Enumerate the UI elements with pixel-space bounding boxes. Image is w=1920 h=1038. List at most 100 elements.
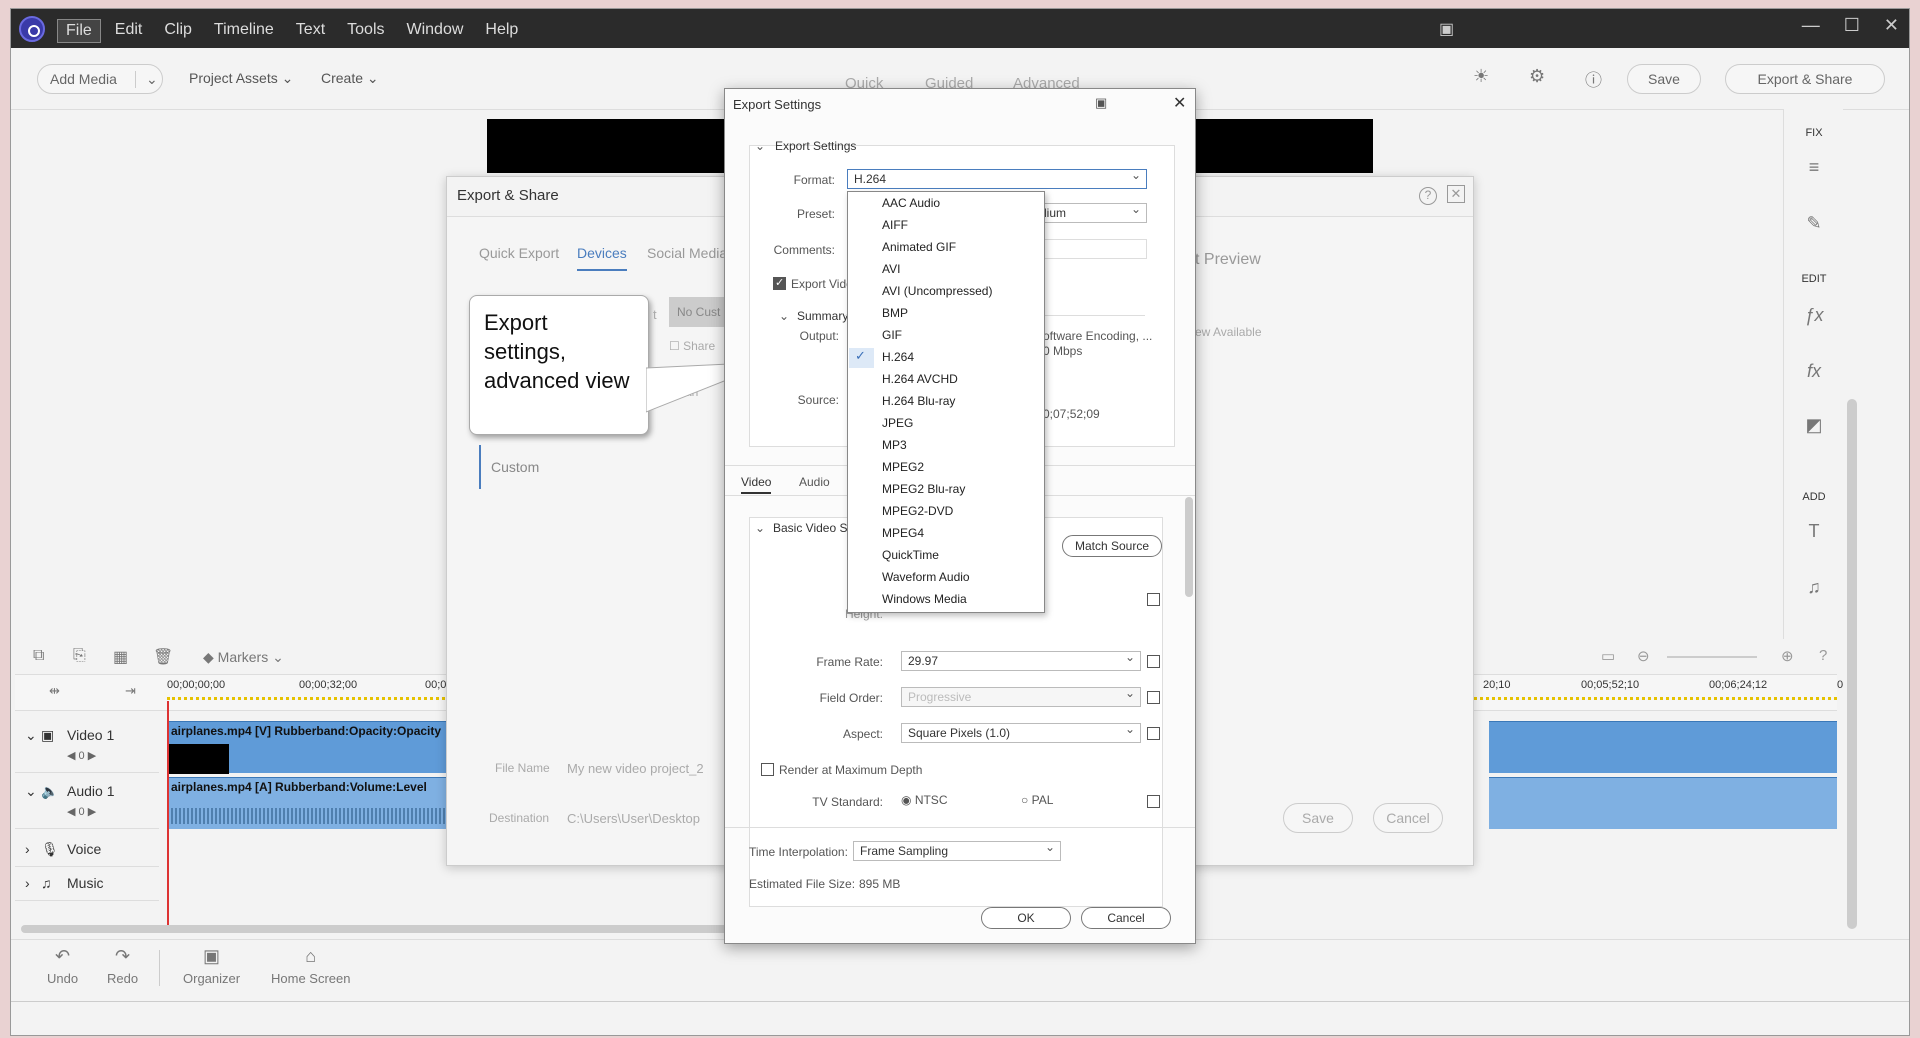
share-cancel-button[interactable]: Cancel [1373, 803, 1443, 833]
ok-button[interactable]: OK [981, 907, 1071, 929]
zoom-in-icon[interactable]: ⊕ [1781, 647, 1794, 665]
music-icon[interactable]: ♫ [1784, 577, 1844, 598]
share-checkbox[interactable]: ☐ Share [669, 339, 715, 353]
format-option[interactable]: AVI (Uncompressed) [882, 284, 992, 298]
aspect-select[interactable]: Square Pixels (1.0) [901, 722, 1141, 743]
collapse-icon[interactable]: ⌄ [755, 139, 765, 153]
video-clip[interactable]: airplanes.mp4 [V] Rubberband:Opacity:Opa… [167, 721, 453, 774]
frame-rate-checkbox[interactable] [1147, 655, 1160, 668]
track-voice[interactable]: › 🎙 Voice [15, 835, 159, 867]
zoom-out-icon[interactable]: ⊖ [1637, 647, 1650, 665]
fx-adjust-icon[interactable]: ƒx [1784, 305, 1844, 326]
format-option[interactable]: MPEG2 Blu-ray [882, 482, 965, 496]
format-option[interactable]: AAC Audio [882, 196, 940, 210]
format-option[interactable]: BMP [882, 306, 908, 320]
export-video-checkbox[interactable] [773, 276, 786, 290]
grid-icon[interactable]: ▦ [113, 647, 128, 667]
close-icon[interactable]: ✕ [1447, 185, 1465, 203]
expand-icon[interactable]: ⌄ [25, 727, 37, 744]
tv-standard-checkbox[interactable] [1147, 795, 1160, 808]
settings-scrollbar[interactable] [1185, 497, 1193, 597]
close-icon[interactable]: ✕ [1173, 93, 1186, 113]
match-source-button[interactable]: Match Source [1062, 535, 1162, 557]
tab-devices[interactable]: Devices [577, 245, 627, 271]
field-order-select[interactable]: Progressive [901, 686, 1141, 707]
redo-button[interactable]: ↷ Redo [107, 946, 138, 986]
brightness-icon[interactable]: ☀ [1473, 66, 1489, 87]
custom-label[interactable]: Custom [491, 459, 539, 475]
cancel-button[interactable]: Cancel [1081, 907, 1171, 929]
format-select[interactable]: H.264 [847, 168, 1147, 189]
tab-quick-export[interactable]: Quick Export [479, 245, 559, 261]
file-name-input[interactable]: My new video project_2 [567, 761, 704, 776]
aspect-checkbox[interactable] [1147, 727, 1160, 740]
add-media-button[interactable]: Add Media ⌄ [37, 64, 163, 94]
menu-file[interactable]: File [57, 19, 101, 43]
format-option[interactable]: Waveform Audio [882, 570, 970, 584]
home-screen-button[interactable]: ⌂ Home Screen [271, 946, 350, 986]
format-option[interactable]: H.264 Blu-ray [882, 394, 955, 408]
tab-video[interactable]: Video [741, 475, 772, 494]
vertical-scrollbar[interactable] [1847, 399, 1857, 929]
trash-icon[interactable]: 🗑 [153, 647, 173, 667]
time-interp-select[interactable]: Frame Sampling [853, 840, 1061, 861]
expand-right-icon[interactable]: › [25, 875, 30, 891]
menu-edit[interactable]: Edit [107, 19, 151, 43]
expand-icon[interactable]: ⌄ [25, 783, 37, 800]
adjust-icon[interactable]: ≡ [1784, 157, 1844, 178]
menu-help[interactable]: Help [477, 19, 526, 43]
audio-clip[interactable]: airplanes.mp4 [A] Rubberband:Volume:Leve… [167, 777, 453, 829]
collapse-icon[interactable]: ⌄ [755, 521, 765, 535]
track-volume[interactable]: ◀ 0 ▶ [67, 749, 96, 762]
color-icon[interactable]: ◩ [1784, 415, 1844, 436]
menu-text[interactable]: Text [288, 19, 333, 43]
track-audio-1[interactable]: ⌄ 🔈 Audio 1 ◀ 0 ▶ [15, 777, 159, 829]
organizer-button[interactable]: ▣ Organizer [183, 946, 240, 986]
snap-icon[interactable]: ⇥ [125, 683, 136, 699]
format-option[interactable]: AVI [882, 262, 900, 276]
format-option[interactable]: Animated GIF [882, 240, 956, 254]
title-icon[interactable]: T [1784, 521, 1844, 542]
menu-clip[interactable]: Clip [156, 19, 200, 43]
frame-rate-select[interactable]: 29.97 [901, 650, 1141, 671]
height-checkbox[interactable] [1147, 593, 1160, 606]
format-option[interactable]: JPEG [882, 416, 913, 430]
preset-select[interactable]: No Cust [669, 297, 729, 327]
share-save-button[interactable]: Save [1283, 803, 1353, 833]
playhead[interactable] [167, 701, 169, 929]
track-video-1[interactable]: ⌄ ▣ Video 1 ◀ 0 ▶ [15, 721, 159, 773]
video-clip-continued[interactable] [1489, 721, 1837, 773]
markers-menu[interactable]: ◆ Markers ⌄ [203, 649, 284, 666]
pal-radio[interactable]: ○ PAL [1021, 793, 1053, 807]
close-window-icon[interactable]: ✕ [1884, 15, 1899, 36]
maximize-icon[interactable]: ☐ [1844, 15, 1860, 36]
format-option[interactable]: Windows Media [882, 592, 967, 606]
format-option[interactable]: MPEG2-DVD [882, 504, 953, 518]
project-assets-menu[interactable]: Project Assets ⌄ [189, 70, 293, 87]
fit-icon[interactable]: ⇹ [49, 683, 60, 699]
dock-icon[interactable]: ▣ [1439, 19, 1454, 39]
ntsc-radio[interactable]: ◉ NTSC [901, 793, 947, 807]
render-icon[interactable]: ⧉ [33, 647, 44, 665]
format-option[interactable]: MP3 [882, 438, 907, 452]
info-icon[interactable]: ⓘ [1585, 66, 1602, 91]
zoom-slider[interactable] [1667, 656, 1757, 658]
help-icon[interactable]: ? [1819, 647, 1827, 664]
save-button[interactable]: Save [1627, 64, 1701, 94]
render-max-depth-checkbox[interactable] [761, 763, 774, 776]
format-option[interactable]: QuickTime [882, 548, 939, 562]
format-option[interactable]: H.264 AVCHD [882, 372, 958, 386]
collapse-icon[interactable]: ⌄ [779, 309, 789, 323]
format-option[interactable]: MPEG4 [882, 526, 924, 540]
tools-icon[interactable]: ✎ [1784, 213, 1844, 234]
minimize-icon[interactable]: — [1802, 15, 1820, 36]
format-option[interactable]: AIFF [882, 218, 908, 232]
timeline-hscrollbar[interactable] [21, 925, 731, 933]
gear-icon[interactable]: ⚙ [1529, 66, 1545, 87]
menu-window[interactable]: Window [399, 19, 472, 43]
menu-tools[interactable]: Tools [339, 19, 392, 43]
export-share-button[interactable]: Export & Share [1725, 64, 1885, 94]
help-icon[interactable]: ? [1419, 187, 1437, 205]
expand-right-icon[interactable]: › [25, 841, 30, 857]
menu-timeline[interactable]: Timeline [206, 19, 282, 43]
